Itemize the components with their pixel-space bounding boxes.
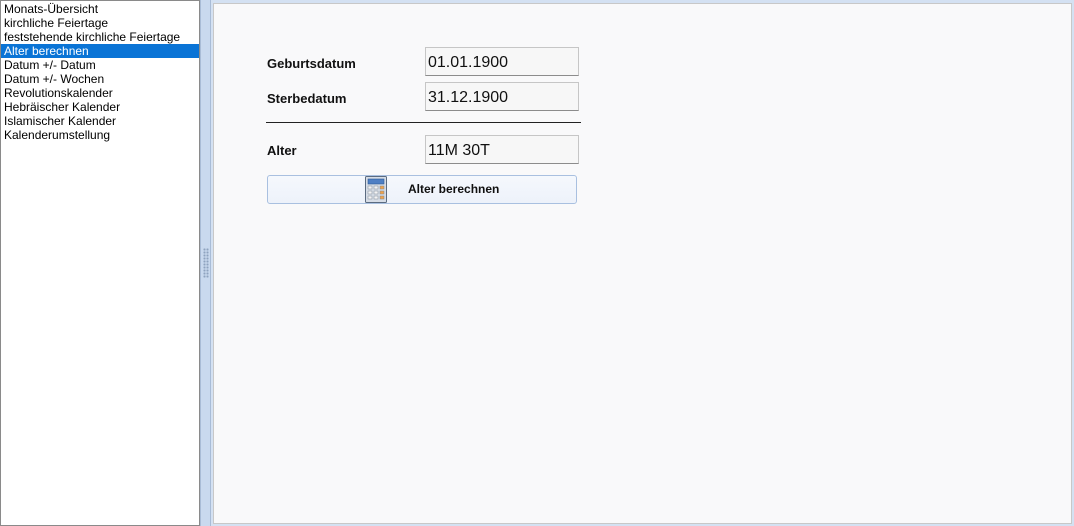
death-date-label: Sterbedatum (267, 91, 347, 106)
result-divider (266, 122, 581, 123)
nav-item-kalenderumstellung[interactable]: Kalenderumstellung (1, 128, 199, 142)
panel-splitter[interactable] (200, 0, 211, 526)
content-frame: Geburtsdatum Sterbedatum Alter (211, 0, 1074, 526)
birth-date-label: Geburtsdatum (267, 56, 356, 71)
nav-item-datum-plus-minus-wochen[interactable]: Datum +/- Wochen (1, 72, 199, 86)
calculator-icon (365, 176, 387, 203)
navigation-list: Monats-Übersicht kirchliche Feiertage fe… (1, 1, 199, 142)
nav-item-kirchliche-feiertage[interactable]: kirchliche Feiertage (1, 16, 199, 30)
nav-item-alter-berechnen[interactable]: Alter berechnen (1, 44, 199, 58)
nav-item-monats-uebersicht[interactable]: Monats-Übersicht (1, 2, 199, 16)
age-result-field[interactable] (425, 135, 579, 164)
age-calculator-panel: Geburtsdatum Sterbedatum Alter (213, 3, 1072, 524)
birth-date-field[interactable] (425, 47, 579, 76)
nav-item-datum-plus-minus-datum[interactable]: Datum +/- Datum (1, 58, 199, 72)
age-label: Alter (267, 143, 297, 158)
calculate-age-button[interactable]: Alter berechnen (267, 175, 577, 204)
nav-item-hebraeischer-kalender[interactable]: Hebräischer Kalender (1, 100, 199, 114)
nav-item-islamischer-kalender[interactable]: Islamischer Kalender (1, 114, 199, 128)
app-window: Monats-Übersicht kirchliche Feiertage fe… (0, 0, 1074, 526)
calculate-age-button-label: Alter berechnen (408, 182, 500, 196)
death-date-field[interactable] (425, 82, 579, 111)
navigation-list-panel: Monats-Übersicht kirchliche Feiertage fe… (0, 0, 200, 526)
nav-item-revolutionskalender[interactable]: Revolutionskalender (1, 86, 199, 100)
splitter-grip-icon[interactable] (203, 248, 209, 278)
nav-item-feststehende-kirchliche-feiertage[interactable]: feststehende kirchliche Feiertage (1, 30, 199, 44)
